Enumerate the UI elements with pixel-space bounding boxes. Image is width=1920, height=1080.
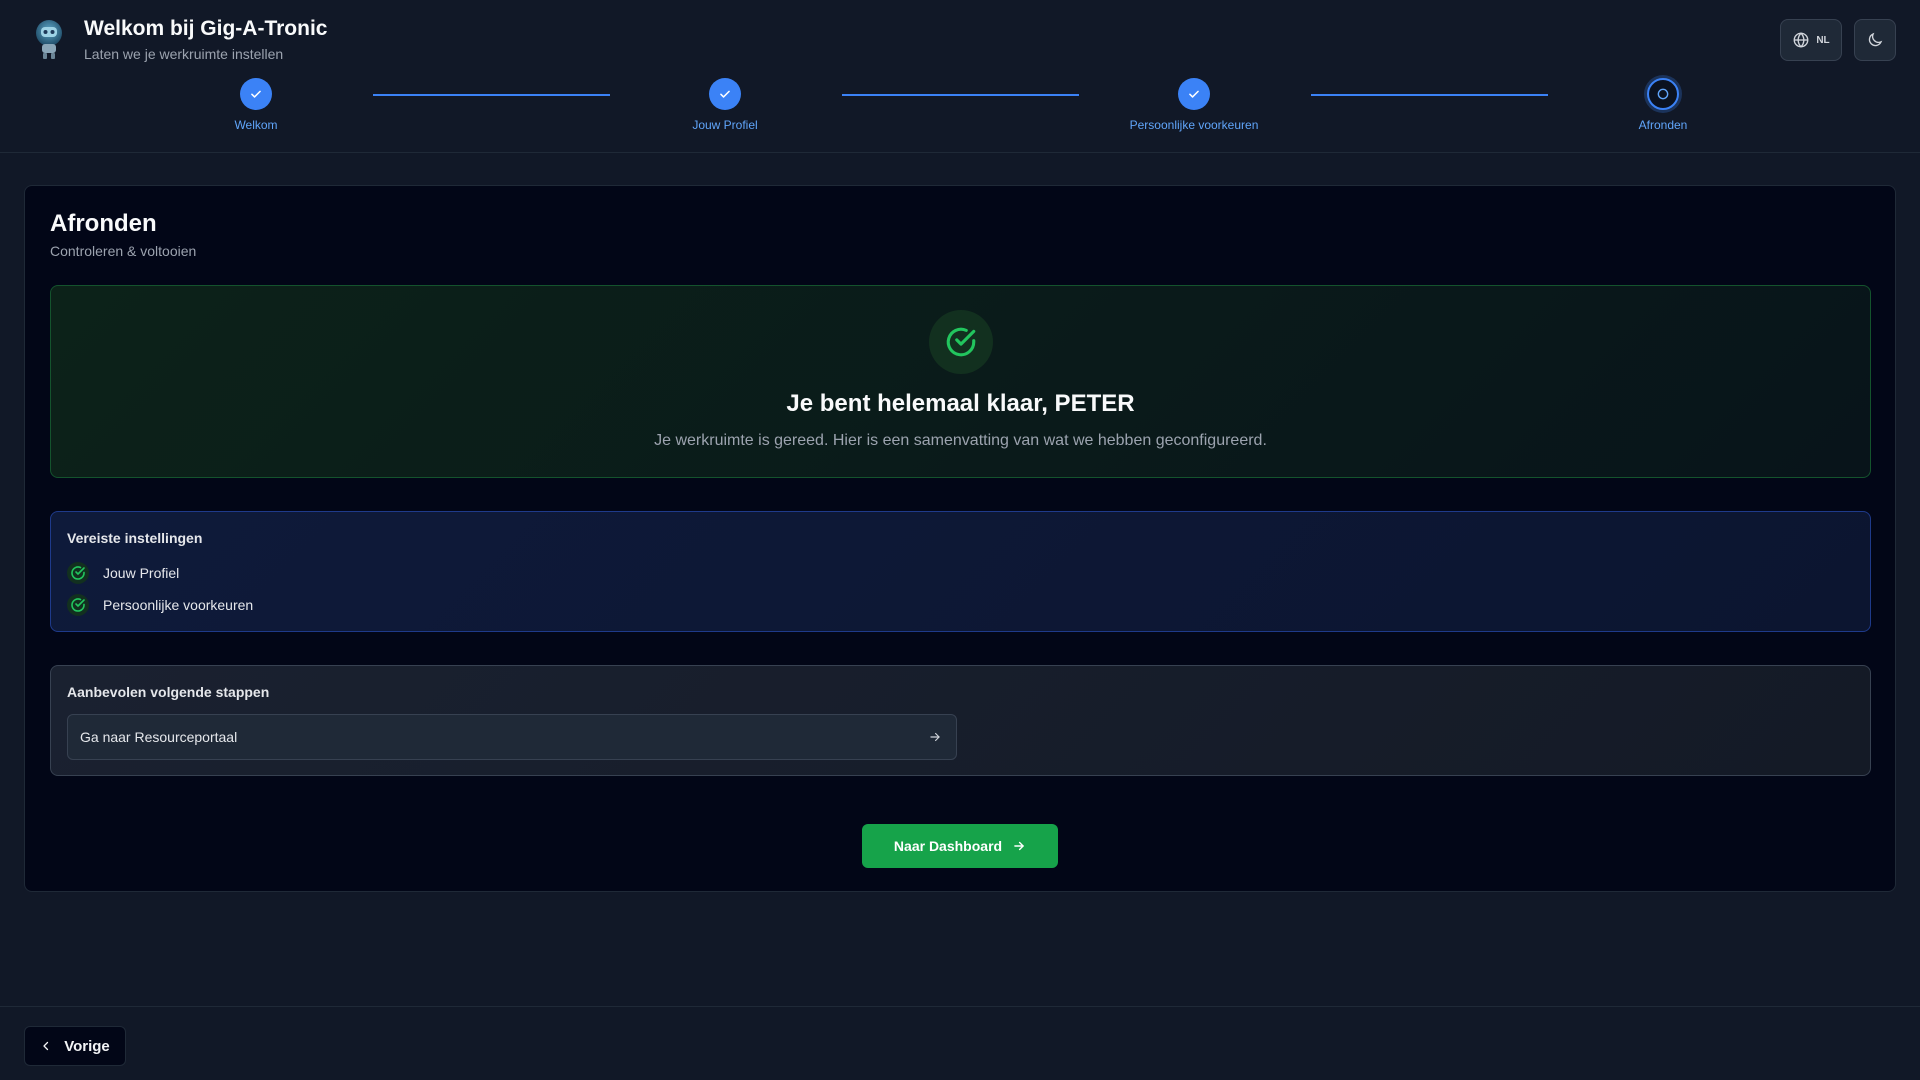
step-connector [842,94,1079,96]
step-current-indicator [1647,78,1679,110]
step-persoonlijke-voorkeuren[interactable]: Persoonlijke voorkeuren [1084,78,1304,132]
step-label: Welkom [234,118,278,132]
required-settings-heading: Vereiste instellingen [67,530,203,546]
step-welkom[interactable]: Welkom [146,78,366,132]
previous-button[interactable]: Vorige [24,1026,126,1066]
arrow-right-icon [930,732,940,742]
app-subtitle: Laten we je werkruimte instellen [84,46,284,62]
success-title: Je bent helemaal klaar, PETER [786,390,1135,417]
step-label: Afronden [1638,118,1688,132]
next-steps-panel: Aanbevolen volgende stappen Ga naar Reso… [50,665,1871,776]
language-button[interactable]: NL [1780,19,1842,61]
list-item-label: Persoonlijke voorkeuren [103,597,254,613]
step-done-indicator [240,78,272,110]
finish-card: Afronden Controleren & voltooien Je bent… [24,185,1896,892]
required-settings-panel: Vereiste instellingen Jouw Profiel Perso… [50,511,1871,632]
circle-check-icon [946,327,976,357]
header: Welkom bij Gig-A-Tronic Laten we je werk… [0,0,1920,153]
list-item-label: Jouw Profiel [103,565,180,581]
step-done-indicator [1178,78,1210,110]
language-code: NL [1816,34,1830,46]
resource-portal-label: Ga naar Resourceportaal [80,729,238,745]
list-item: Persoonlijke voorkeuren [67,594,253,616]
list-item: Jouw Profiel [67,562,179,584]
app-title: Welkom bij Gig-A-Tronic [84,17,328,40]
dashboard-button-label: Naar Dashboard [893,838,1003,854]
step-jouw-profiel[interactable]: Jouw Profiel [615,78,835,132]
next-steps-heading: Aanbevolen volgende stappen [67,684,270,700]
step-afronden[interactable]: Afronden [1553,78,1773,132]
check-icon [1189,90,1199,98]
check-icon [720,90,730,98]
success-panel: Je bent helemaal klaar, PETER Je werkrui… [50,285,1871,478]
step-connector [1311,94,1548,96]
success-text: Je werkruimte is gereed. Hier is een sam… [654,432,1267,449]
arrow-right-icon [1014,841,1024,851]
step-done-indicator [709,78,741,110]
circle-check-icon [67,594,89,616]
card-subtitle: Controleren & voltooien [50,243,197,259]
step-label: Persoonlijke voorkeuren [1129,118,1259,132]
globe-icon [1793,32,1809,48]
dashboard-button[interactable]: Naar Dashboard [862,824,1058,868]
step-label: Jouw Profiel [692,118,758,132]
step-connector [373,94,610,96]
circle-icon [1657,88,1669,100]
footer: Vorige [0,1006,1920,1080]
theme-toggle-button[interactable] [1854,19,1896,61]
success-icon-badge [929,310,993,374]
stepper: Welkom Jouw Profiel Persoonlijke voorkeu… [0,78,1920,138]
circle-check-icon [67,562,89,584]
robot-logo [36,20,62,59]
previous-button-label: Vorige [64,1037,110,1055]
chevron-left-icon [43,1041,49,1051]
card-title: Afronden [50,210,157,237]
resource-portal-link[interactable]: Ga naar Resourceportaal [67,714,957,760]
moon-icon [1868,32,1883,47]
check-icon [251,90,261,98]
